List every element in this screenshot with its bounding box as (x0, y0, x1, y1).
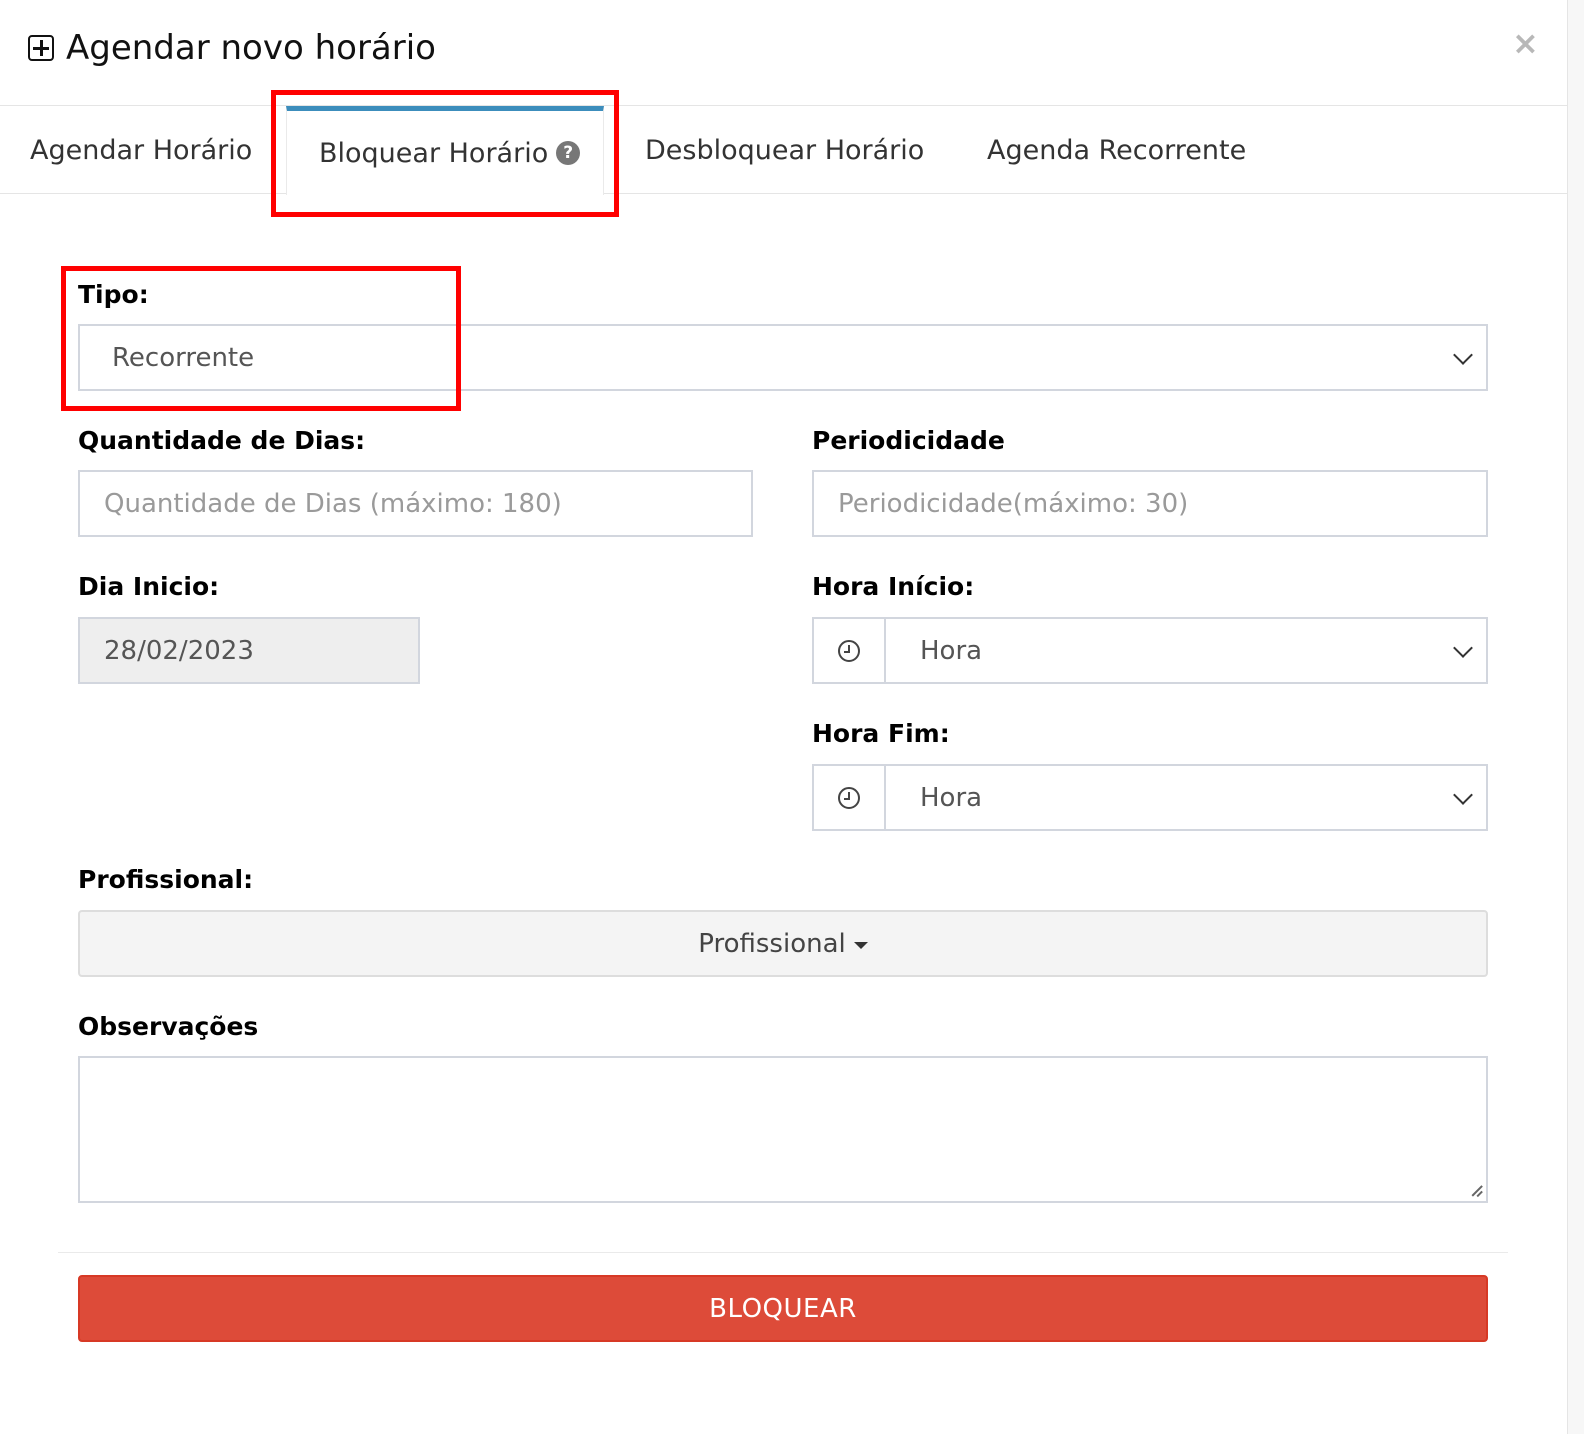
footer-divider (58, 1252, 1508, 1253)
periodicidade-label: Periodicidade (812, 426, 1005, 455)
profissional-dropdown-button[interactable]: Profissional (78, 910, 1488, 977)
periodicidade-placeholder: Periodicidade(máximo: 30) (838, 488, 1189, 519)
bloquear-button[interactable]: BLOQUEAR (78, 1275, 1488, 1342)
hora-fim-label: Hora Fim: (812, 719, 950, 748)
chevron-down-icon (1453, 345, 1473, 365)
quantidade-placeholder: Quantidade de Dias (máximo: 180) (104, 488, 562, 519)
clock-icon (838, 639, 860, 662)
tab-label: Bloquear Horário (319, 137, 549, 169)
hora-inicio-label: Hora Início: (812, 572, 975, 601)
hora-inicio-addon (814, 619, 886, 682)
tab-bloquear-horario[interactable]: Bloquear Horário ? (286, 106, 604, 195)
background-strip (1568, 0, 1584, 1434)
dia-inicio-input: 28/02/2023 (78, 617, 420, 684)
hora-fim-addon (814, 766, 886, 829)
modal-header: Agendar novo horário × (0, 0, 1568, 106)
tab-bar: Agendar Horário Bloquear Horário ? Desbl… (0, 106, 1568, 195)
schedule-modal: Agendar novo horário × Agendar Horário B… (0, 0, 1568, 1434)
quantidade-input[interactable]: Quantidade de Dias (máximo: 180) (78, 470, 753, 537)
dia-inicio-value: 28/02/2023 (104, 635, 254, 666)
quantidade-label: Quantidade de Dias: (78, 426, 366, 455)
hora-fim-select[interactable]: Hora (812, 764, 1488, 831)
profissional-label: Profissional: (78, 865, 254, 894)
tab-label: Desbloquear Horário (645, 134, 925, 166)
tab-agendar-horario[interactable]: Agendar Horário (30, 106, 252, 194)
clock-icon (838, 786, 860, 809)
profissional-button-label: Profissional (698, 928, 846, 959)
tab-desbloquear-horario[interactable]: Desbloquear Horário (645, 106, 924, 194)
close-icon[interactable]: × (1512, 24, 1539, 62)
observacoes-textarea[interactable] (78, 1056, 1488, 1203)
modal-title: Agendar novo horário (28, 28, 436, 68)
caret-down-icon (853, 942, 868, 949)
hora-inicio-value: Hora (920, 635, 983, 666)
observacoes-label: Observações (78, 1012, 259, 1041)
tab-label: Agendar Horário (30, 134, 253, 166)
question-circle-icon[interactable]: ? (556, 141, 581, 165)
tab-label: Agenda Recorrente (987, 134, 1247, 166)
chevron-down-icon (1453, 785, 1473, 805)
tipo-select-value: Recorrente (112, 342, 255, 373)
periodicidade-input[interactable]: Periodicidade(máximo: 30) (812, 470, 1488, 537)
plus-square-icon (28, 35, 54, 61)
tab-agenda-recorrente[interactable]: Agenda Recorrente (987, 106, 1246, 194)
modal-title-text: Agendar novo horário (66, 28, 436, 68)
resize-handle-icon[interactable] (1470, 1185, 1482, 1197)
dia-inicio-label: Dia Inicio: (78, 572, 220, 601)
chevron-down-icon (1453, 638, 1473, 658)
hora-inicio-select[interactable]: Hora (812, 617, 1488, 684)
tipo-select[interactable]: Recorrente (78, 324, 1488, 391)
hora-fim-value: Hora (920, 782, 983, 813)
tipo-label: Tipo: (78, 280, 149, 309)
